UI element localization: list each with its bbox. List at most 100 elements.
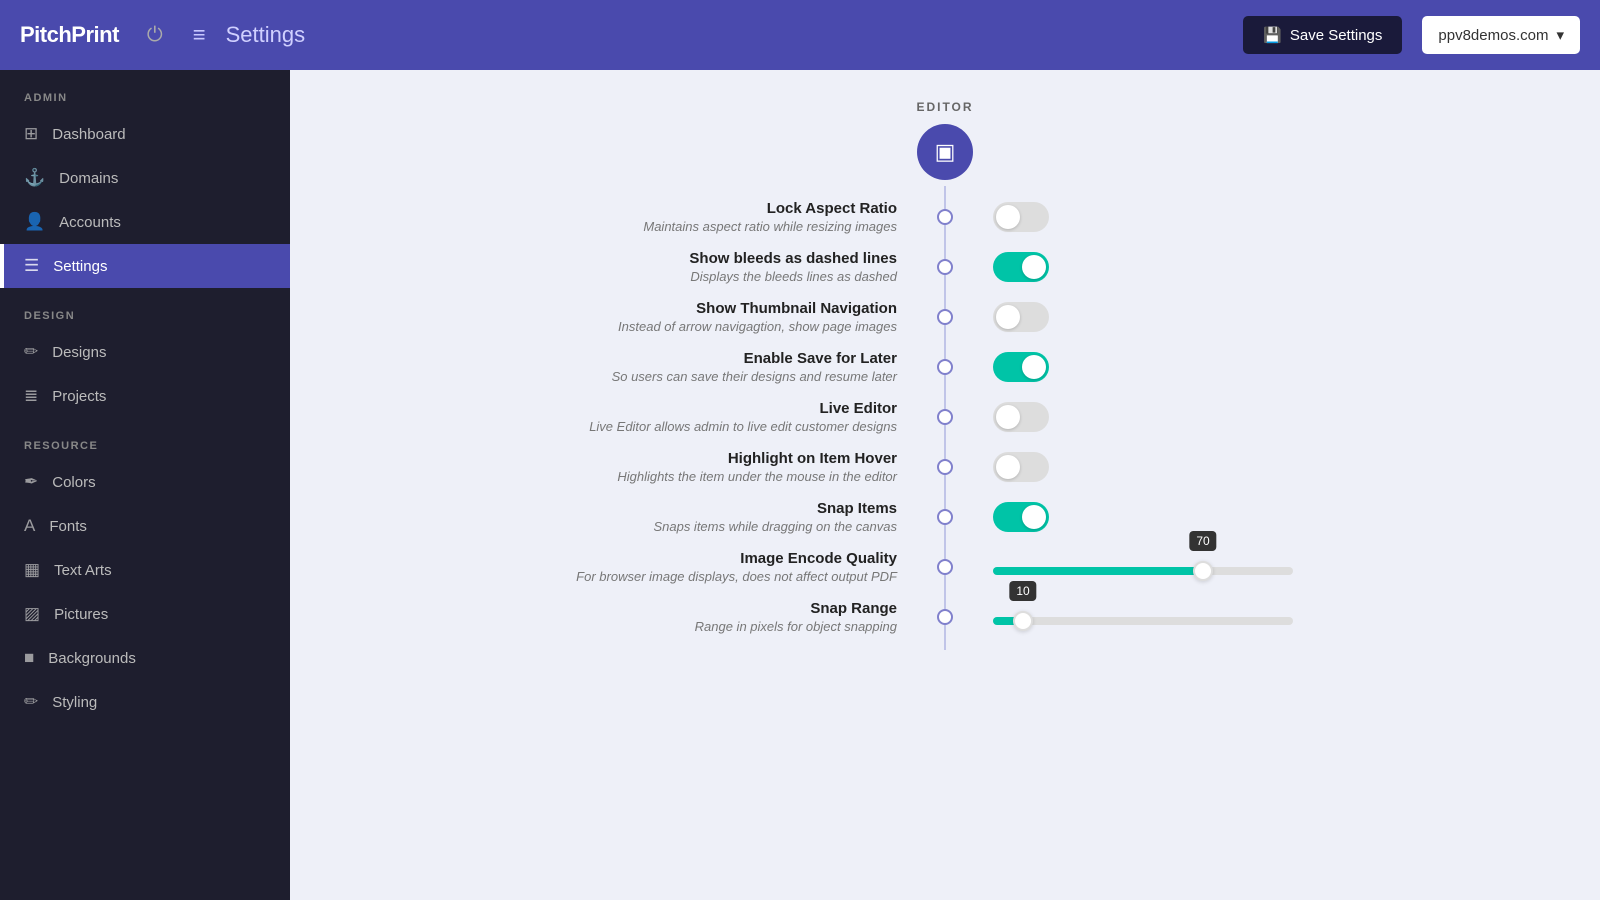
setting-label-side-lock-aspect-ratio: Lock Aspect Ratio Maintains aspect ratio … [495,200,937,234]
sidebar-item-domains[interactable]: ⚓ Domains [0,156,290,200]
setting-desc-snap-items: Snaps items while dragging on the canvas [495,519,897,534]
sidebar-section-design: DESIGN [0,288,290,330]
setting-row-snap-range: Snap Range Range in pixels for object sna… [495,600,1395,634]
toggle-show-bleeds[interactable] [993,252,1049,282]
setting-row-enable-save-for-later: Enable Save for LaterSo users can save t… [495,350,1395,384]
power-icon[interactable]: ⏻ [147,24,163,47]
setting-label-side-show-bleeds: Show bleeds as dashed linesDisplays the … [495,250,937,284]
toggle-enable-save-for-later[interactable] [993,352,1049,382]
setting-control-side-highlight-on-hover [953,452,1395,482]
setting-control-side-enable-save-for-later [953,352,1395,382]
setting-control-side-snap-items [953,502,1395,532]
slider-container-image-encode-quality[interactable]: 70 [993,559,1293,575]
setting-name-show-bleeds: Show bleeds as dashed lines [495,250,897,267]
setting-desc-snap-range: Range in pixels for object snapping [495,619,897,634]
slider-thumb-snap-range[interactable] [1013,611,1033,631]
textarts-icon: ▦ [24,560,40,580]
settings-icon: ☰ [24,256,39,276]
slider-thumb-image-encode-quality[interactable] [1193,561,1213,581]
slider-tooltip-snap-range: 10 [1009,581,1036,601]
settings-timeline: EDITOR ▣ Lock Aspect Ratio Maintains aspe… [330,100,1560,650]
slider-track-image-encode-quality [993,567,1293,575]
setting-label-side-snap-range: Snap Range Range in pixels for object sna… [495,600,937,634]
setting-control-side-lock-aspect-ratio [953,202,1395,232]
setting-control-side-image-encode-quality: 70 [953,559,1395,575]
setting-name-show-thumbnail-nav: Show Thumbnail Navigation [495,300,897,317]
toggle-thumb-show-thumbnail-nav [996,305,1020,329]
accounts-icon: 👤 [24,212,45,232]
setting-name-highlight-on-hover: Highlight on Item Hover [495,450,897,467]
sidebar-label-dashboard: Dashboard [52,126,125,143]
setting-desc-image-encode-quality: For browser image displays, does not aff… [495,569,897,584]
main-layout: ADMIN ⊞ Dashboard ⚓ Domains 👤 Accounts ☰… [0,70,1600,900]
sidebar-item-fonts[interactable]: A Fonts [0,504,290,548]
setting-desc-lock-aspect-ratio: Maintains aspect ratio while resizing im… [495,219,897,234]
toggle-lock-aspect-ratio[interactable] [993,202,1049,232]
setting-name-lock-aspect-ratio: Lock Aspect Ratio [495,200,897,217]
sidebar-item-accounts[interactable]: 👤 Accounts [0,200,290,244]
topbar: PitchPrint ⏻ ≡ Settings 💾 Save Settings … [0,0,1600,70]
toggle-track-snap-items [993,502,1049,532]
sidebar-label-domains: Domains [59,170,118,187]
toggle-highlight-on-hover[interactable] [993,452,1049,482]
sidebar-item-projects[interactable]: ≣ Projects [0,374,290,418]
fonts-icon: A [24,516,35,536]
sidebar-label-projects: Projects [52,388,106,405]
timeline-dot-highlight-on-hover [937,459,953,475]
sidebar-item-backgrounds[interactable]: ■ Backgrounds [0,636,290,680]
sidebar-item-designs[interactable]: ✏ Designs [0,330,290,374]
sidebar-item-dashboard[interactable]: ⊞ Dashboard [0,112,290,156]
toggle-thumb-snap-items [1022,505,1046,529]
colors-icon: ✒ [24,472,38,492]
setting-row-snap-items: Snap Items Snaps items while dragging on … [495,500,1395,534]
settings-menu-icon: ≡ [193,22,206,48]
sidebar-item-colors[interactable]: ✒ Colors [0,460,290,504]
sidebar-label-textarts: Text Arts [54,562,112,579]
logo: PitchPrint [20,22,119,48]
setting-name-live-editor: Live Editor [495,400,897,417]
toggle-thumb-live-editor [996,405,1020,429]
toggle-track-live-editor [993,402,1049,432]
sidebar-label-designs: Designs [52,344,106,361]
toggle-live-editor[interactable] [993,402,1049,432]
setting-desc-enable-save-for-later: So users can save their designs and resu… [495,369,897,384]
sidebar-item-styling[interactable]: ✏ Styling [0,680,290,724]
setting-control-side-live-editor [953,402,1395,432]
timeline-dot-live-editor [937,409,953,425]
toggle-show-thumbnail-nav[interactable] [993,302,1049,332]
backgrounds-icon: ■ [24,648,34,668]
toggle-track-lock-aspect-ratio [993,202,1049,232]
slider-track-snap-range [993,617,1293,625]
save-settings-label: Save Settings [1290,27,1383,44]
setting-row-show-bleeds: Show bleeds as dashed linesDisplays the … [495,250,1395,284]
toggle-thumb-highlight-on-hover [996,455,1020,479]
timeline-dot-snap-items [937,509,953,525]
main-content: EDITOR ▣ Lock Aspect Ratio Maintains aspe… [290,70,1600,900]
domain-arrow-icon: ▾ [1556,26,1564,44]
editor-icon: ▣ [935,139,956,165]
toggle-thumb-lock-aspect-ratio [996,205,1020,229]
domain-value: ppv8demos.com [1438,27,1548,44]
setting-label-side-snap-items: Snap Items Snaps items while dragging on … [495,500,937,534]
sidebar-item-textarts[interactable]: ▦ Text Arts [0,548,290,592]
setting-label-side-highlight-on-hover: Highlight on Item Hover Highlights the it… [495,450,937,484]
domain-selector[interactable]: ppv8demos.com ▾ [1422,16,1580,54]
setting-name-snap-range: Snap Range [495,600,897,617]
designs-icon: ✏ [24,342,38,362]
editor-section-label: EDITOR [916,100,973,114]
setting-name-snap-items: Snap Items [495,500,897,517]
sidebar-item-pictures[interactable]: ▨ Pictures [0,592,290,636]
setting-label-side-show-thumbnail-nav: Show Thumbnail NavigationInstead of arro… [495,300,937,334]
setting-desc-highlight-on-hover: Highlights the item under the mouse in t… [495,469,897,484]
toggle-track-enable-save-for-later [993,352,1049,382]
page-title: Settings [226,22,306,48]
sidebar-item-settings[interactable]: ☰ Settings [0,244,290,288]
dashboard-icon: ⊞ [24,124,38,144]
timeline-dot-lock-aspect-ratio [937,209,953,225]
slider-container-snap-range[interactable]: 10 [993,609,1293,625]
toggle-thumb-enable-save-for-later [1022,355,1046,379]
setting-label-side-image-encode-quality: Image Encode QualityFor browser image di… [495,550,937,584]
toggle-snap-items[interactable] [993,502,1049,532]
save-icon: 💾 [1263,26,1282,44]
save-settings-button[interactable]: 💾 Save Settings [1243,16,1402,54]
